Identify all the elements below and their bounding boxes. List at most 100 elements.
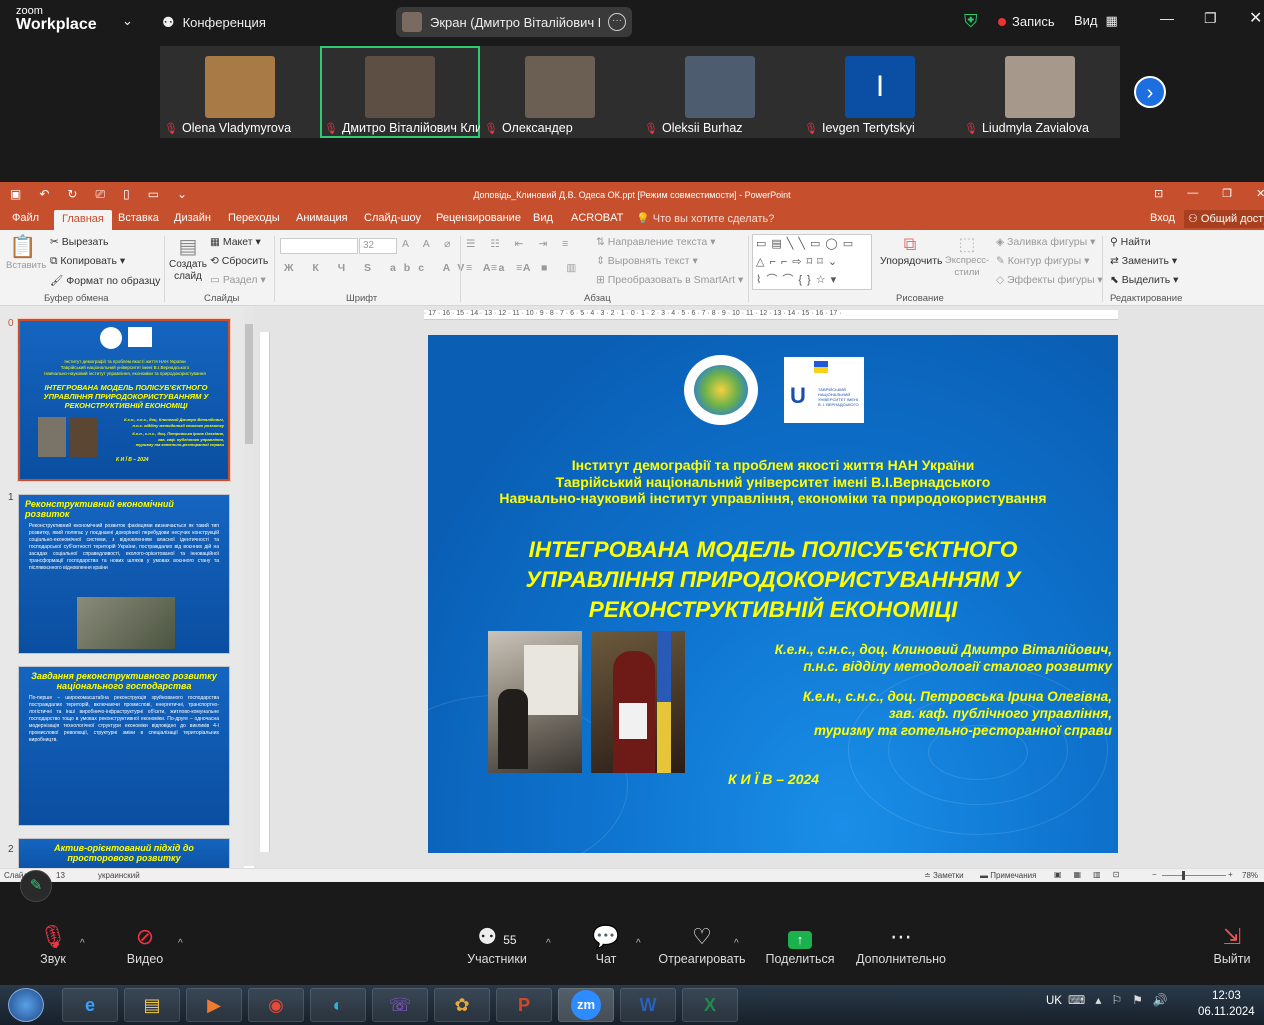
taskbar-paint-icon[interactable]: ✿ bbox=[434, 988, 490, 1022]
video-button[interactable]: ⊘ Видео bbox=[118, 920, 172, 966]
current-slide[interactable]: U ТАВРІЙСЬКИЙ НАЦІОНАЛЬНИЙ УНІВЕРСИТЕТ І… bbox=[428, 335, 1118, 853]
arrange-button[interactable]: ⧉ Упорядочить bbox=[880, 234, 942, 267]
thumb-slide-0[interactable]: Інститут демографії та проблем якості жи… bbox=[17, 318, 231, 482]
shield-check-icon[interactable]: ⛨ bbox=[964, 11, 978, 32]
chevron-up-icon[interactable]: ^ bbox=[734, 938, 739, 949]
chevron-up-icon[interactable]: ^ bbox=[178, 938, 183, 949]
slide-thumbnails-pane[interactable]: 0 Інститут демографії та проблем якості … bbox=[0, 306, 244, 868]
share-button[interactable]: ↑ Поделиться bbox=[764, 920, 836, 966]
ribbon-tab[interactable]: Вид bbox=[533, 212, 553, 224]
thumbnails-scrollbar[interactable] bbox=[244, 306, 254, 866]
taskbar-ie-icon[interactable]: e bbox=[62, 988, 118, 1022]
select-button[interactable]: ⬉ Выделить ▾ bbox=[1110, 274, 1178, 286]
participant-tile[interactable]: 🎙 Oleksii Burhaz bbox=[640, 46, 800, 138]
smartart-button[interactable]: ⊞ Преобразовать в SmartArt ▾ bbox=[596, 274, 743, 286]
more-icon[interactable]: ··· bbox=[608, 13, 626, 31]
thumb-slide-1[interactable]: Реконструктивний економічний розвиток Ре… bbox=[18, 494, 230, 654]
notes-button[interactable]: ≐ Заметки bbox=[924, 871, 964, 880]
chevron-up-icon[interactable]: ^ bbox=[546, 938, 551, 949]
format-painter-button[interactable]: 🖌 Формат по образцу bbox=[50, 274, 160, 287]
chevron-up-icon[interactable]: ^ bbox=[636, 938, 641, 949]
clock[interactable]: 12:03 06.11.2024 bbox=[1198, 988, 1255, 1020]
shape-effects-button[interactable]: ◇ Эффекты фигуры ▾ bbox=[996, 274, 1103, 286]
taskbar-media-icon[interactable]: ▶ bbox=[186, 988, 242, 1022]
chevron-up-icon[interactable]: ^ bbox=[80, 938, 85, 949]
participant-tile[interactable]: I 🎙 Ievgen Tertytskyi bbox=[800, 46, 960, 138]
align-buttons[interactable]: ≡ ≡ ≡ ■ ▥ bbox=[466, 262, 584, 274]
ribbon-tab[interactable]: Главная bbox=[54, 210, 112, 230]
shape-fill-button[interactable]: ◈ Заливка фигуры ▾ bbox=[996, 236, 1095, 248]
restore-icon[interactable]: ❐ bbox=[1204, 10, 1217, 27]
text-direction-button[interactable]: ⇅ Направление текста ▾ bbox=[596, 236, 715, 248]
restore-icon[interactable]: ❐ bbox=[1222, 187, 1232, 200]
list-buttons[interactable]: ☰ ☷ ⇤ ⇥ ≡ bbox=[466, 238, 574, 250]
thumb-slide-3[interactable]: Актив-орієнтований підхід до просторовог… bbox=[18, 838, 230, 868]
taskbar-powerpoint-icon[interactable]: P bbox=[496, 988, 552, 1022]
participants-button[interactable]: ⚉ 55 Участники bbox=[462, 920, 532, 966]
participant-tile[interactable]: 🎙 Олександер bbox=[480, 46, 640, 138]
copy-button[interactable]: ⧉ Копировать ▾ bbox=[50, 255, 125, 268]
ribbon-tab[interactable]: Анимация bbox=[296, 212, 348, 224]
font-size-combo[interactable]: 32 bbox=[359, 238, 397, 254]
align-text-button[interactable]: ⇕ Выровнять текст ▾ bbox=[596, 255, 698, 267]
find-button[interactable]: ⚲ Найти bbox=[1110, 236, 1151, 248]
participant-tile[interactable]: 🎙 Дмитро Віталійович Кли... bbox=[320, 46, 480, 138]
view-buttons[interactable]: ▣▦▥⊡ bbox=[1054, 870, 1131, 879]
chat-button[interactable]: 💬 Чат bbox=[586, 920, 626, 966]
ribbon-tab[interactable]: Вставка bbox=[118, 212, 159, 224]
layout-button[interactable]: ▦ Макет ▾ bbox=[210, 236, 261, 248]
taskbar-zoom-icon[interactable]: zm bbox=[558, 988, 614, 1022]
taskbar-chrome-icon[interactable]: ◉ bbox=[248, 988, 304, 1022]
close-icon[interactable]: ✕ bbox=[1256, 187, 1264, 200]
keyboard-language[interactable]: UK bbox=[1046, 995, 1062, 1007]
zoom-slider[interactable] bbox=[1162, 875, 1226, 876]
close-icon[interactable]: ✕ bbox=[1249, 8, 1262, 28]
section-button[interactable]: ▭ Раздел ▾ bbox=[210, 274, 266, 286]
chevron-right-icon[interactable]: › bbox=[1134, 76, 1166, 108]
zoom-plus[interactable]: + bbox=[1228, 870, 1233, 879]
meeting-button[interactable]: ⚉ Конференция bbox=[162, 14, 266, 31]
tell-me-search[interactable]: 💡 Что вы хотите сделать? bbox=[636, 212, 774, 225]
more-button[interactable]: ⋯ Дополнительно bbox=[854, 920, 948, 966]
screen-share-chip[interactable]: Экран (Дмитро Віталійович Кли ··· bbox=[396, 7, 632, 37]
annotate-pen-icon[interactable]: ✎ bbox=[20, 870, 52, 902]
shapes-gallery[interactable]: ▭▤╲╲▭◯▭ △⌐⌐⇨⌑⌑⌄ ⌇⌒⌒{}☆▾ bbox=[752, 234, 872, 290]
minimize-icon[interactable]: — bbox=[1187, 187, 1198, 200]
audio-button[interactable]: 🎙 Звук bbox=[30, 920, 76, 966]
scroll-thumb[interactable] bbox=[245, 324, 253, 444]
participant-tile[interactable]: 🎙 Liudmyla Zavialova bbox=[960, 46, 1120, 138]
font-name-combo[interactable] bbox=[280, 238, 358, 254]
ribbon-tab[interactable]: Переходы bbox=[228, 212, 280, 224]
taskbar-word-icon[interactable]: W bbox=[620, 988, 676, 1022]
share-button[interactable]: ⚇ Общий досту bbox=[1184, 210, 1264, 228]
view-button[interactable]: Вид ▦ bbox=[1074, 13, 1118, 29]
tray-icons[interactable]: ⌨▴⚐⚑🔊 bbox=[1068, 993, 1178, 1007]
taskbar-explorer-icon[interactable]: ▤ bbox=[124, 988, 180, 1022]
taskbar-excel-icon[interactable]: X bbox=[682, 988, 738, 1022]
chevron-down-icon[interactable]: ⌄ bbox=[122, 13, 133, 29]
replace-button[interactable]: ⇄ Заменить ▾ bbox=[1110, 255, 1177, 267]
new-slide-button[interactable]: ▤ Создать слайд bbox=[168, 234, 208, 283]
ribbon-tab[interactable]: Слайд-шоу bbox=[364, 212, 421, 224]
cut-button[interactable]: ✂ Вырезать bbox=[50, 236, 108, 248]
signin-link[interactable]: Вход bbox=[1150, 212, 1175, 224]
zoom-level[interactable]: 78% bbox=[1242, 871, 1258, 880]
zoom-minus[interactable]: − bbox=[1152, 870, 1157, 879]
font-size-buttons[interactable]: A A ⌀ bbox=[402, 238, 456, 250]
participant-tile[interactable]: 🎙 Olena Vladymyrova bbox=[160, 46, 320, 138]
ribbon-tab[interactable]: Рецензирование bbox=[436, 212, 521, 224]
quick-styles-button[interactable]: ⬚ Экспресс-стили bbox=[940, 234, 994, 279]
zoom-slider-thumb[interactable] bbox=[1182, 871, 1185, 880]
shape-outline-button[interactable]: ✎ Контур фигуры ▾ bbox=[996, 255, 1089, 267]
ribbon-tab[interactable]: Дизайн bbox=[174, 212, 211, 224]
ribbon-tab[interactable]: Файл bbox=[12, 212, 39, 224]
ribbon-tab[interactable]: ACROBAT bbox=[571, 212, 623, 224]
start-button[interactable] bbox=[8, 988, 44, 1022]
status-language[interactable]: украинский bbox=[98, 871, 140, 880]
paste-button[interactable]: 📋 Вставить bbox=[6, 234, 46, 276]
ribbon-options-icon[interactable]: ⊡ bbox=[1154, 187, 1163, 200]
taskbar-edge-icon[interactable]: ◐ bbox=[310, 988, 366, 1022]
minimize-icon[interactable]: — bbox=[1160, 10, 1174, 26]
reset-button[interactable]: ⟲ Сбросить bbox=[210, 255, 268, 267]
taskbar-viber-icon[interactable]: ☏ bbox=[372, 988, 428, 1022]
